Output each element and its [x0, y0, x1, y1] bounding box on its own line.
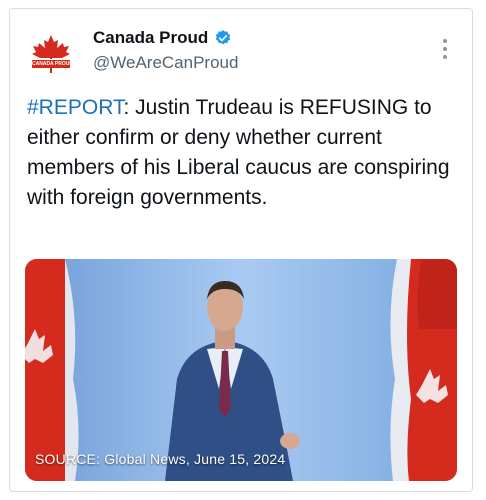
- avatar[interactable]: CANADA PROUD: [29, 33, 73, 77]
- name-row: Canada Proud: [93, 28, 232, 48]
- canada-proud-logo-icon: [29, 33, 73, 77]
- menu-dot: [443, 39, 447, 43]
- account-handle[interactable]: @WeAreCanProud: [93, 53, 238, 73]
- canada-flag-left: [25, 259, 79, 481]
- tweet-header: CANADA PROUD Canada Proud @WeAreCanProud: [10, 9, 472, 89]
- more-options-icon[interactable]: [443, 39, 449, 59]
- tweet-media[interactable]: SOURCE: Global News, June 15, 2024: [25, 259, 457, 481]
- media-source-caption: SOURCE: Global News, June 15, 2024: [35, 451, 286, 467]
- verified-badge-icon: [216, 30, 231, 45]
- menu-dot: [443, 47, 447, 51]
- display-name[interactable]: Canada Proud: [93, 28, 208, 48]
- tweet-text: #REPORT: Justin Trudeau is REFUSING to e…: [27, 93, 467, 213]
- video-still-image: [25, 259, 457, 481]
- avatar-logo-text: CANADA PROUD: [32, 61, 70, 67]
- canada-flag-right: [390, 259, 457, 481]
- menu-dot: [443, 55, 447, 59]
- hashtag-link[interactable]: #REPORT: [27, 96, 123, 119]
- tweet-card: CANADA PROUD Canada Proud @WeAreCanProud…: [9, 8, 473, 492]
